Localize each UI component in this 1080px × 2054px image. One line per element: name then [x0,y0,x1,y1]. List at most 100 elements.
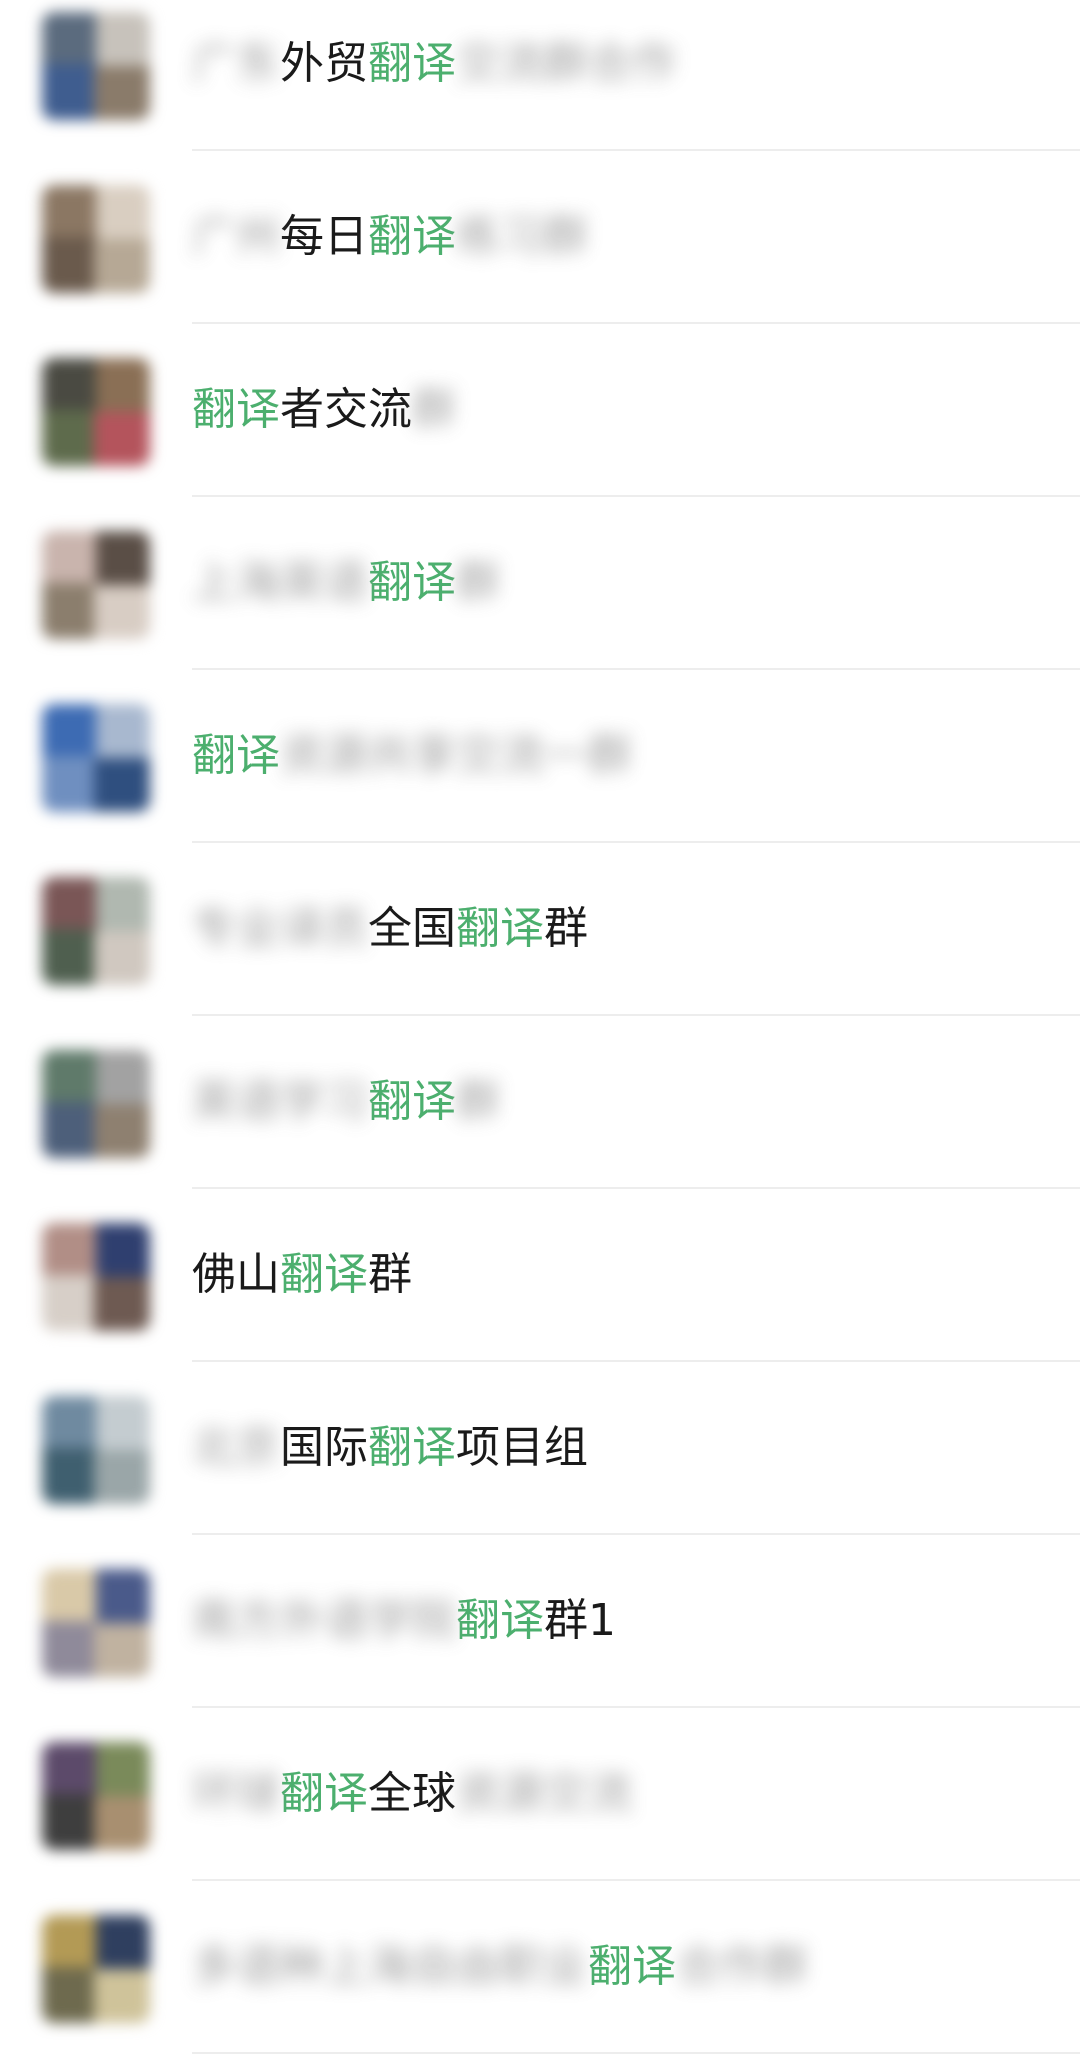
group-result-row[interactable]: 英语学习 翻译群 [0,1016,1080,1189]
name-text: 全国 [368,903,456,954]
group-avatar [42,1223,150,1331]
keyword-highlight: 翻译 [192,384,280,435]
avatar-tile [42,1447,99,1504]
avatar-tile [96,358,150,418]
group-result-row[interactable]: 南方外语学院 翻译 群1 [0,1535,1080,1708]
group-result-row[interactable]: 翻译 者交流群 [0,324,1080,497]
avatar-tile [93,1277,150,1331]
group-result-row[interactable]: 广东 外贸 翻译 交流群合作 [0,0,1080,151]
redacted-text: 资源交流 [456,1768,632,1819]
avatar-tile [93,758,150,812]
group-result-row[interactable]: 北京 国际 翻译 项目组 [0,1362,1080,1535]
name-text: 全球 [368,1768,456,1819]
group-result-row[interactable]: 环球 翻译 全球 资源交流 [0,1708,1080,1881]
redacted-text: 英语学习 [192,1076,368,1127]
avatar-tile [93,239,150,293]
redacted-text: 广东 [192,38,280,89]
keyword-highlight: 翻译 [280,1768,368,1819]
keyword-highlight: 翻译 [368,557,456,608]
avatar-tile [93,66,150,120]
avatar-tile [42,928,99,985]
redacted-text: 合作群 [676,1941,808,1992]
avatar-tile [93,1450,150,1504]
group-name: 翻译 者交流群 [192,380,456,440]
avatar-tile [42,63,99,120]
group-result-row[interactable]: 专业译员 全国 翻译群 [0,843,1080,1016]
avatar-tile [96,185,150,245]
group-avatar [42,531,150,639]
avatar-tile [42,1050,102,1104]
group-avatar [42,1396,150,1504]
avatar-tile [42,1274,99,1331]
avatar-tile [93,412,150,466]
avatar-tile [42,704,102,758]
name-text: 外贸 [280,38,368,89]
avatar-tile [42,1793,99,1850]
avatar-tile [42,1223,102,1277]
group-avatar [42,704,150,812]
group-result-row[interactable]: 广州 每日 翻译 练习群 [0,151,1080,324]
avatar-tile [42,531,102,585]
group-avatar [42,1742,150,1850]
avatar-tile [42,1742,102,1796]
avatar-tile [96,1223,150,1283]
avatar-tile [96,1569,150,1629]
group-name: 多语种上海自由职业 翻译 合作群 [192,1937,808,1997]
redacted-text: 环球 [192,1768,280,1819]
keyword-highlight: 翻译 [192,730,280,781]
redacted-text: 上海英语 [192,557,368,608]
avatar-tile [96,12,150,72]
keyword-highlight: 翻译 [368,38,456,89]
redacted-text: 练习群 [456,211,588,262]
group-name: 广州 每日 翻译 练习群 [192,207,588,267]
group-avatar [42,1569,150,1677]
group-name: 广东 外贸 翻译 交流群合作 [192,34,676,94]
avatar-tile [96,1050,150,1110]
name-text: 群1 [544,1595,616,1646]
group-name: 英语学习 翻译群 [192,1072,500,1132]
avatar-tile [42,755,99,812]
keyword-highlight: 翻译 [368,211,456,262]
redacted-text: 群 [412,384,456,435]
redacted-text: 群 [456,557,500,608]
group-result-row[interactable]: 上海英语 翻译群 [0,497,1080,670]
avatar-tile [93,585,150,639]
group-name: 环球 翻译 全球 资源交流 [192,1764,632,1824]
group-name: 上海英语 翻译群 [192,553,500,613]
group-avatar [42,358,150,466]
name-text: 国际 [280,1422,368,1473]
avatar-tile [96,1742,150,1802]
redacted-text: 专业译员 [192,903,368,954]
avatar-tile [93,1969,150,2023]
group-avatar [42,185,150,293]
avatar-tile [42,1966,99,2023]
redacted-text: 多语种上海自由职业 [192,1941,588,1992]
name-text: 者交流 [280,384,412,435]
avatar-tile [93,1104,150,1158]
name-text: 项目组 [456,1422,588,1473]
group-result-row[interactable]: 多语种上海自由职业 翻译 合作群 [0,1881,1080,2054]
avatar-tile [42,1569,102,1623]
avatar-tile [96,877,150,937]
name-text: 每日 [280,211,368,262]
redacted-text: 北京 [192,1422,280,1473]
group-name: 南方外语学院 翻译 群1 [192,1591,616,1651]
name-text: 群 [544,903,588,954]
name-text: 佛山 [192,1249,280,1300]
keyword-highlight: 翻译 [588,1941,676,1992]
group-result-row[interactable]: 佛山 翻译群 [0,1189,1080,1362]
group-name: 佛山 翻译群 [192,1245,412,1305]
avatar-tile [96,531,150,591]
group-avatar [42,12,150,120]
group-avatar [42,877,150,985]
group-result-row[interactable]: 翻译 资源共享交流一群 [0,670,1080,843]
avatar-tile [42,1620,99,1677]
avatar-tile [42,12,102,66]
avatar-tile [42,236,99,293]
group-avatar [42,1915,150,2023]
redacted-text: 群 [456,1076,500,1127]
group-name: 翻译 资源共享交流一群 [192,726,632,786]
redacted-text: 南方外语学院 [192,1595,456,1646]
avatar-tile [42,409,99,466]
group-name: 专业译员 全国 翻译群 [192,899,588,959]
